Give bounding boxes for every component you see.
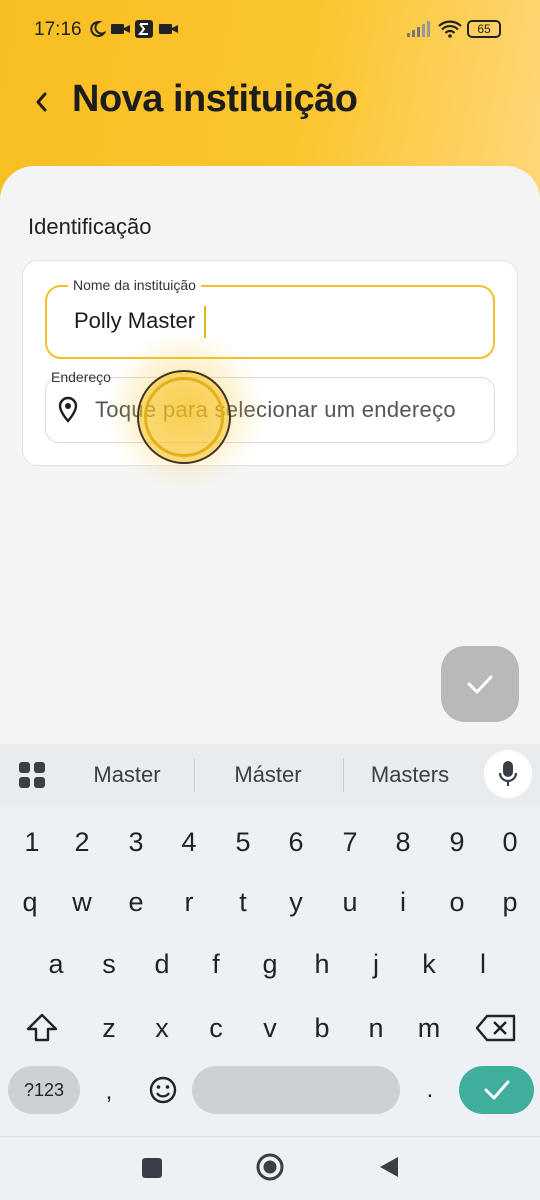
check-icon bbox=[467, 675, 493, 694]
page-title: Nova instituição bbox=[72, 78, 358, 120]
key-n[interactable]: n bbox=[352, 1004, 400, 1052]
battery-indicator: 65 bbox=[467, 20, 501, 38]
key-i[interactable]: i bbox=[379, 878, 427, 926]
back-button[interactable] bbox=[24, 84, 60, 120]
suggestion-1[interactable]: Master bbox=[57, 762, 197, 788]
key-4[interactable]: 4 bbox=[165, 818, 213, 866]
backspace-icon bbox=[475, 1014, 516, 1042]
key-r[interactable]: r bbox=[165, 878, 213, 926]
key-s[interactable]: s bbox=[85, 940, 133, 988]
key-o[interactable]: o bbox=[433, 878, 481, 926]
key-w[interactable]: w bbox=[58, 878, 106, 926]
microphone-icon bbox=[498, 761, 518, 786]
back-triangle-icon[interactable] bbox=[378, 1155, 400, 1179]
key-b[interactable]: b bbox=[298, 1004, 346, 1052]
video-camera-icon bbox=[111, 24, 130, 34]
key-l[interactable]: l bbox=[459, 940, 507, 988]
key-m[interactable]: m bbox=[405, 1004, 453, 1052]
location-pin-icon bbox=[58, 396, 78, 423]
section-title: Identificação bbox=[28, 214, 152, 239]
institution-name-label: Nome da instituição bbox=[68, 277, 201, 293]
key-t[interactable]: t bbox=[219, 878, 267, 926]
key-6[interactable]: 6 bbox=[272, 818, 320, 866]
voice-input-button[interactable] bbox=[484, 750, 532, 798]
key-h[interactable]: h bbox=[298, 940, 346, 988]
key-period[interactable]: . bbox=[406, 1066, 454, 1114]
key-1[interactable]: 1 bbox=[8, 818, 56, 866]
suggestion-3[interactable]: Masters bbox=[340, 762, 480, 788]
recents-square-icon[interactable] bbox=[141, 1157, 163, 1179]
moon-icon bbox=[90, 20, 106, 37]
key-v[interactable]: v bbox=[246, 1004, 294, 1052]
key-0[interactable]: 0 bbox=[486, 818, 534, 866]
key-c[interactable]: c bbox=[192, 1004, 240, 1052]
grid-apps-icon[interactable] bbox=[18, 761, 46, 789]
emoji-icon bbox=[149, 1076, 177, 1104]
key-a[interactable]: a bbox=[32, 940, 80, 988]
emoji-key[interactable] bbox=[140, 1066, 186, 1114]
touch-indicator-inner bbox=[144, 377, 224, 457]
sigma-app-icon bbox=[135, 20, 153, 38]
signal-icon bbox=[407, 21, 430, 37]
space-key[interactable] bbox=[192, 1066, 400, 1114]
key-5[interactable]: 5 bbox=[219, 818, 267, 866]
video-camera-icon-2 bbox=[159, 24, 178, 34]
key-7[interactable]: 7 bbox=[326, 818, 374, 866]
key-j[interactable]: j bbox=[352, 940, 400, 988]
backspace-key[interactable] bbox=[470, 1004, 522, 1052]
status-time: 17:16 bbox=[34, 19, 82, 40]
suggestion-2[interactable]: Máster bbox=[198, 762, 338, 788]
key-z[interactable]: z bbox=[85, 1004, 133, 1052]
key-3[interactable]: 3 bbox=[112, 818, 160, 866]
key-x[interactable]: x bbox=[138, 1004, 186, 1052]
wifi-icon bbox=[438, 20, 462, 38]
key-y[interactable]: y bbox=[272, 878, 320, 926]
key-f[interactable]: f bbox=[192, 940, 240, 988]
chevron-left-icon bbox=[36, 92, 47, 112]
suggestion-divider bbox=[194, 758, 195, 792]
key-g[interactable]: g bbox=[246, 940, 294, 988]
confirm-button[interactable] bbox=[441, 646, 519, 722]
shift-key[interactable] bbox=[18, 1004, 66, 1052]
key-p[interactable]: p bbox=[486, 878, 534, 926]
key-d[interactable]: d bbox=[138, 940, 186, 988]
key-u[interactable]: u bbox=[326, 878, 374, 926]
shift-arrow-icon bbox=[26, 1013, 58, 1042]
key-2[interactable]: 2 bbox=[58, 818, 106, 866]
address-label: Endereço bbox=[51, 369, 111, 385]
battery-level: 65 bbox=[477, 22, 491, 36]
key-e[interactable]: e bbox=[112, 878, 160, 926]
key-8[interactable]: 8 bbox=[379, 818, 427, 866]
home-circle-icon[interactable] bbox=[256, 1153, 284, 1181]
enter-key[interactable] bbox=[459, 1066, 534, 1114]
check-icon-enter bbox=[484, 1080, 509, 1100]
key-comma[interactable]: , bbox=[85, 1068, 133, 1116]
key-9[interactable]: 9 bbox=[433, 818, 481, 866]
key-q[interactable]: q bbox=[6, 878, 54, 926]
symbols-key[interactable]: ?123 bbox=[8, 1066, 80, 1114]
status-bar: 17:16 65 bbox=[0, 0, 540, 60]
key-k[interactable]: k bbox=[405, 940, 453, 988]
